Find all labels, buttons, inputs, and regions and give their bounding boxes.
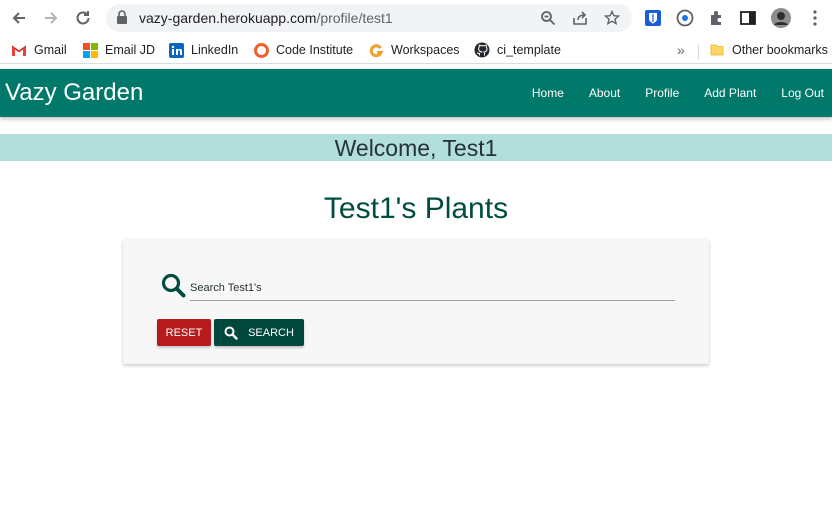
github-icon xyxy=(474,42,490,58)
search-button[interactable]: Search xyxy=(214,319,304,346)
nav-home-link[interactable]: Home xyxy=(532,86,564,100)
nav-links: Home About Profile Add Plant Log Out xyxy=(532,69,824,117)
reload-button[interactable] xyxy=(72,7,94,29)
reset-button-label: Reset xyxy=(165,326,203,339)
site-navbar: Vazy Garden Home About Profile Add Plant… xyxy=(0,69,832,117)
brand-logo[interactable]: Vazy Garden xyxy=(5,79,143,107)
arrow-right-icon xyxy=(45,12,58,24)
zoom-icon[interactable] xyxy=(539,9,557,27)
search-input[interactable] xyxy=(190,275,675,301)
welcome-banner: Welcome, Test1 xyxy=(0,134,832,161)
reload-icon xyxy=(76,11,90,25)
nav-about-link[interactable]: About xyxy=(589,86,620,100)
back-button[interactable] xyxy=(8,7,30,29)
search-button-icon xyxy=(224,326,238,340)
lock-icon xyxy=(116,10,128,30)
forward-button[interactable] xyxy=(40,7,62,29)
folder-icon xyxy=(709,42,725,58)
bookmarks-bar: Gmail Email JD LinkedIn Code Institute W… xyxy=(0,36,832,64)
bookmark-code-institute[interactable]: Code Institute xyxy=(253,42,353,58)
nav-profile-link[interactable]: Profile xyxy=(645,86,679,100)
nav-log-out-link[interactable]: Log Out xyxy=(781,86,824,100)
share-icon[interactable] xyxy=(571,9,589,27)
menu-kebab-icon[interactable] xyxy=(805,8,825,28)
reset-button[interactable]: Reset xyxy=(157,319,211,346)
code-institute-icon xyxy=(253,42,269,58)
side-panel-icon[interactable] xyxy=(738,8,758,28)
browser-toolbar: vazy-garden.herokuapp.com/profile/test1 xyxy=(0,0,832,36)
other-bookmarks-folder[interactable]: Other bookmarks xyxy=(709,42,828,58)
grammarly-icon[interactable] xyxy=(675,8,695,28)
bookmark-ci-template[interactable]: ci_template xyxy=(474,42,561,58)
search-button-label: Search xyxy=(248,326,294,339)
bookmark-linkedin[interactable]: LinkedIn xyxy=(168,42,238,58)
search-card: Reset Search xyxy=(123,239,709,364)
profile-avatar[interactable] xyxy=(771,8,791,28)
address-bar[interactable]: vazy-garden.herokuapp.com/profile/test1 xyxy=(106,4,632,32)
linkedin-icon xyxy=(168,42,184,58)
bitwarden-icon[interactable] xyxy=(643,8,663,28)
bookmarks-overflow-button[interactable]: » xyxy=(677,42,685,58)
bookmark-workspaces[interactable]: Workspaces xyxy=(368,42,460,58)
page-title: Test1's Plants xyxy=(323,192,509,225)
bookmarks-divider xyxy=(698,44,699,60)
url-text: vazy-garden.herokuapp.com/profile/test1 xyxy=(139,10,393,26)
star-icon[interactable] xyxy=(603,9,621,27)
bookmark-gmail[interactable]: Gmail xyxy=(11,42,67,58)
microsoft-icon xyxy=(82,42,98,58)
workspaces-icon xyxy=(368,42,384,58)
extensions-icon[interactable] xyxy=(707,8,727,28)
nav-add-plant-link[interactable]: Add Plant xyxy=(704,86,756,100)
gmail-icon xyxy=(11,42,27,58)
bookmark-email-jd[interactable]: Email JD xyxy=(82,42,155,58)
arrow-left-icon xyxy=(12,12,25,24)
search-icon xyxy=(161,273,187,299)
